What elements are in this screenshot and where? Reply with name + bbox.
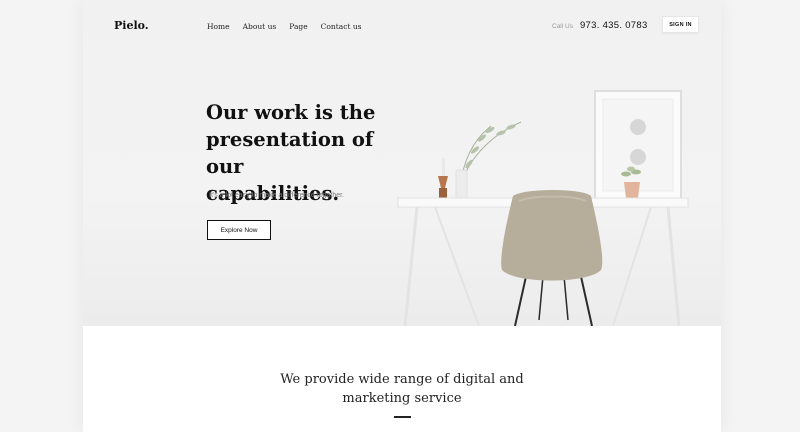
call-us-label: Call Us <box>552 23 573 30</box>
hero-subtext: It's a lot easy to make a difference tog… <box>209 192 345 199</box>
nav-item-contact-us[interactable]: Contact us <box>321 22 362 31</box>
phone-number[interactable]: 973. 435. 0783 <box>580 20 648 31</box>
plant-vase-left <box>455 121 522 199</box>
candle-holder <box>438 158 448 198</box>
section-divider <box>394 416 411 418</box>
main-nav: Home About us Page Contact us <box>207 22 362 31</box>
hero-headline-line-1: Our work is the <box>206 101 376 124</box>
nav-item-about-us[interactable]: About us <box>243 22 277 31</box>
nav-item-page[interactable]: Page <box>289 22 307 31</box>
hero-section: Pielo. Home About us Page Contact us Cal… <box>83 0 721 326</box>
services-title-line-2: marketing service <box>342 391 462 406</box>
services-title: We provide wide range of digital and mar… <box>83 370 721 408</box>
services-title-line-1: We provide wide range of digital and <box>280 372 524 387</box>
explore-now-button[interactable]: Explore Now <box>207 220 271 240</box>
hero-headline-line-2: presentation of our <box>206 128 374 178</box>
brand-logo[interactable]: Pielo. <box>114 19 149 32</box>
chair <box>501 190 603 326</box>
nav-item-home[interactable]: Home <box>207 22 230 31</box>
hero-headline: Our work is the presentation of our capa… <box>206 99 406 207</box>
landing-page: Pielo. Home About us Page Contact us Cal… <box>83 0 721 432</box>
call-us: Call Us 973. 435. 0783 <box>552 20 648 31</box>
sign-in-button[interactable]: SIGN IN <box>662 16 699 33</box>
